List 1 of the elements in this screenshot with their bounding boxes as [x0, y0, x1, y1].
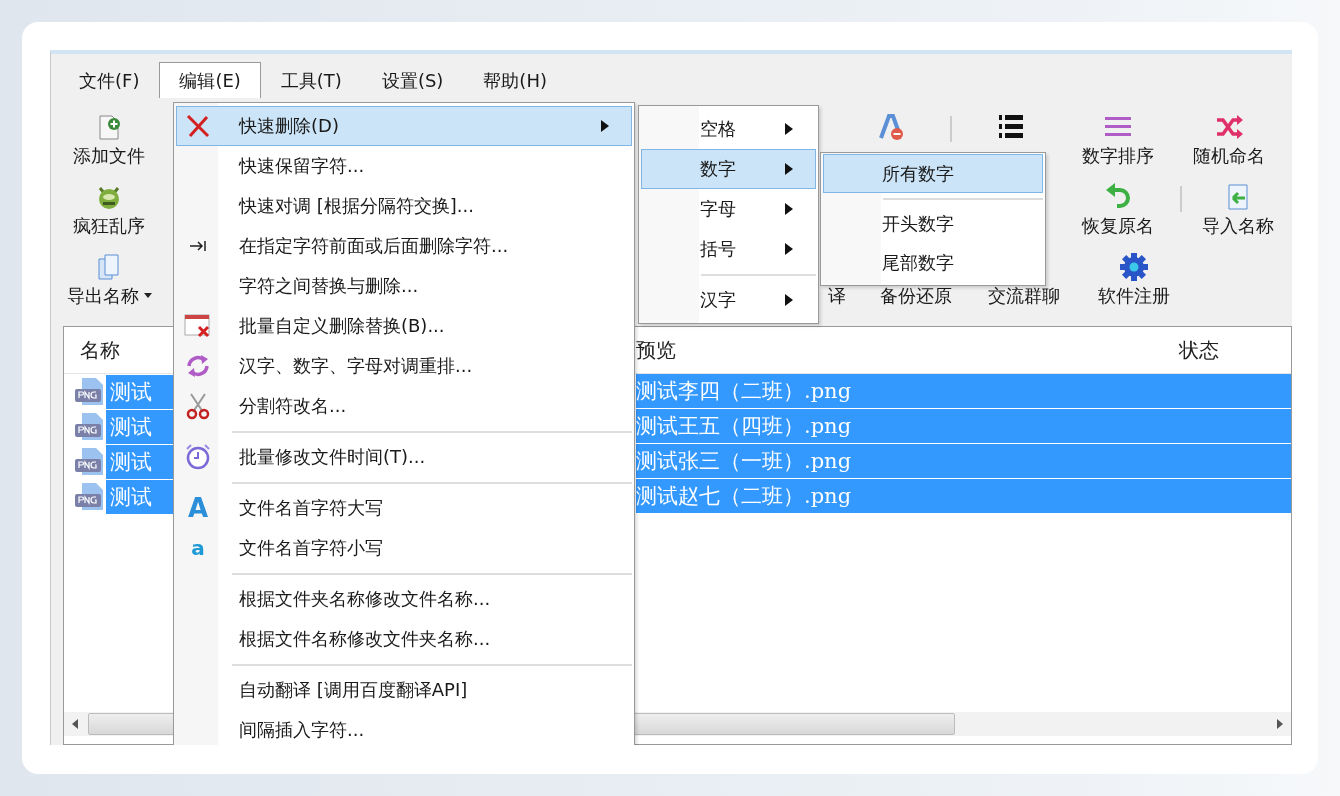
letter-icon: a	[191, 536, 205, 560]
